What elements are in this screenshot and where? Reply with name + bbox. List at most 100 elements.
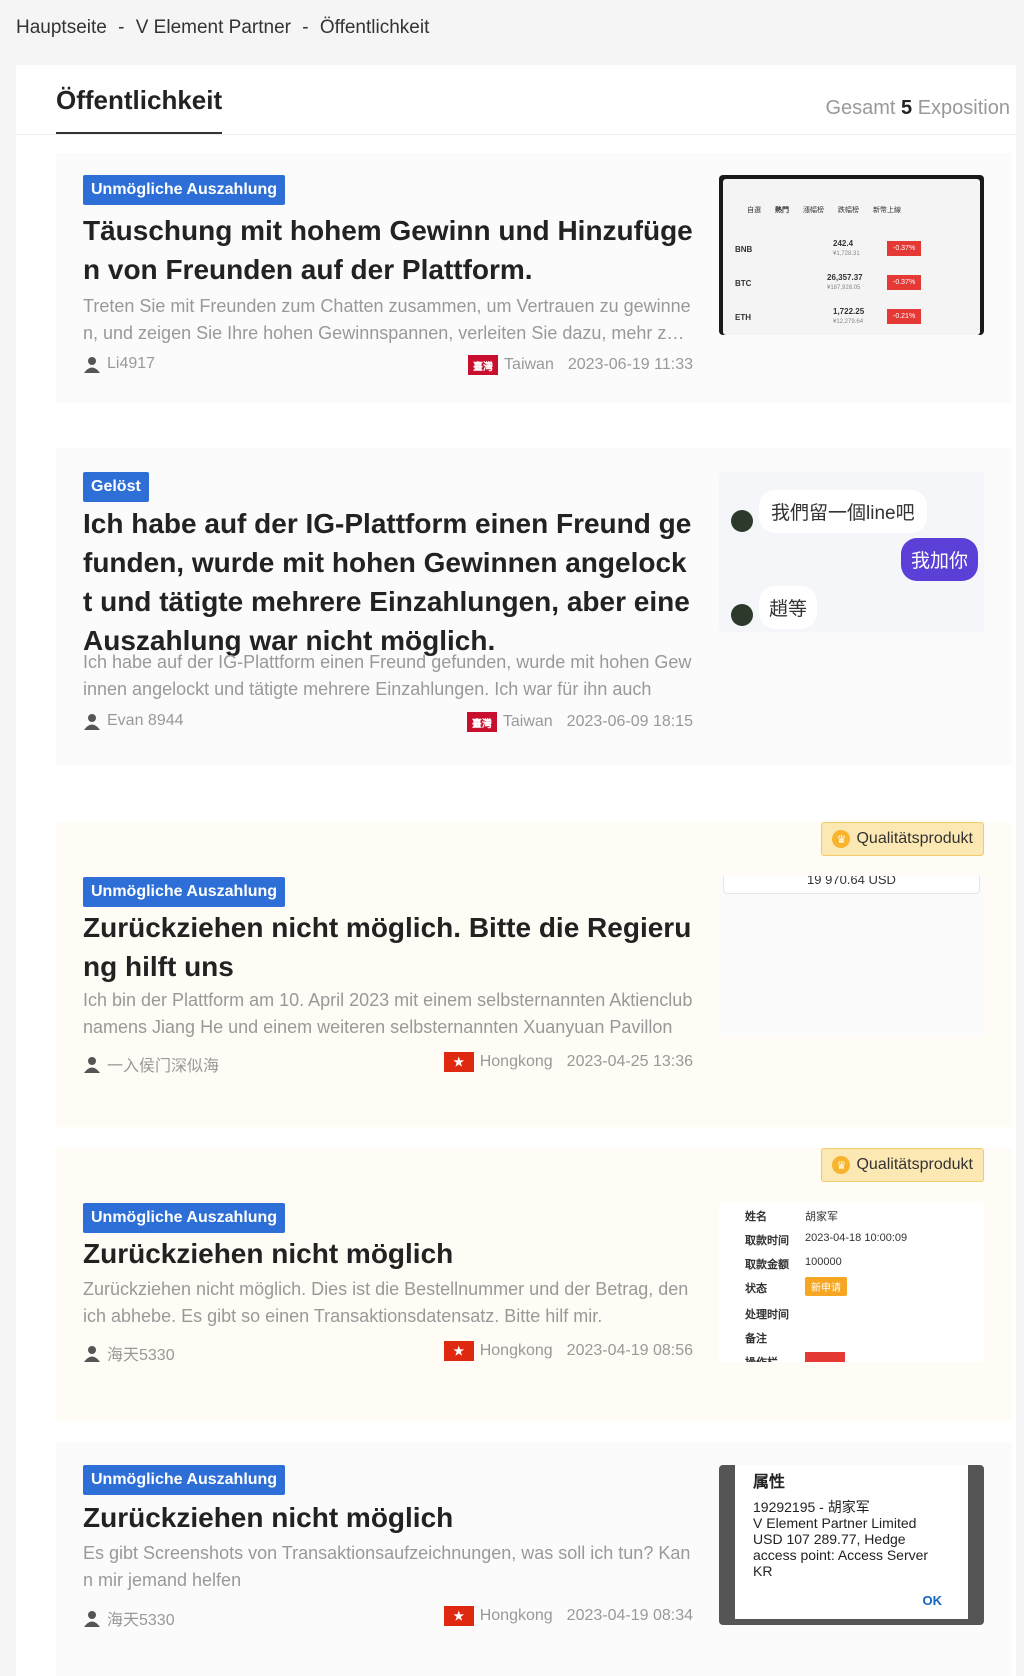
coin-symbol: BNB: [735, 245, 753, 254]
chat-message-received: 我們留一個line吧: [759, 490, 927, 533]
change-chip: -0.37%: [887, 275, 922, 290]
author-name: 海天5330: [107, 1612, 175, 1629]
exposure-card[interactable]: ♛ Qualitätsprodukt Unmögliche Auszahlung…: [56, 822, 1012, 1127]
panel-header: Öffentlichkeit Gesamt 5 Exposition: [16, 65, 1016, 135]
crown-icon: ♛: [832, 830, 851, 848]
market-tab: 漲幅榜: [803, 207, 824, 214]
coin-price: 242.4: [833, 239, 854, 248]
properties-dialog: 属性 19292195 - 胡家军 V Element Partner Limi…: [735, 1465, 968, 1619]
user-icon: [84, 714, 100, 730]
card-title[interactable]: Ich habe auf der IG-Plattform einen Freu…: [83, 504, 693, 660]
breadcrumb-current: Öffentlichkeit: [319, 17, 430, 38]
exposure-panel: Öffentlichkeit Gesamt 5 Exposition Unmög…: [16, 65, 1016, 1676]
card-thumbnail[interactable]: 19 970.64 USD: [719, 876, 984, 1036]
region-name: Hongkong: [479, 1607, 553, 1624]
author-name: 海天5330: [107, 1347, 175, 1364]
author: Li4917: [83, 355, 155, 373]
hongkong-flag-icon: ★: [443, 1606, 474, 1626]
author-name: Evan 8944: [107, 712, 184, 729]
location: ★ Hongkong 2023-04-19 08:34: [443, 1606, 693, 1626]
category-tag: Unmögliche Auszahlung: [83, 1465, 286, 1495]
taiwan-flag-icon: 臺灣: [466, 712, 497, 732]
coin-price-cny: ¥187,928.05: [827, 285, 861, 291]
dialog-line: 19292195 - 胡家军: [753, 1499, 870, 1515]
dialog-line: V Element Partner Limited: [753, 1515, 917, 1531]
exposure-card[interactable]: ♛ Qualitätsprodukt Unmögliche Auszahlung…: [56, 1148, 1012, 1421]
market-tab: 熱門: [775, 207, 789, 214]
change-chip: -0.37%: [887, 241, 922, 256]
total-count: 5: [901, 97, 913, 119]
hongkong-flag-icon: ★: [443, 1052, 474, 1072]
card-title[interactable]: Zurückziehen nicht möglich. Bitte die Re…: [83, 908, 693, 986]
record-value: 胡家军: [805, 1211, 838, 1223]
change-chip: -0.21%: [887, 309, 922, 324]
exposure-card[interactable]: Unmögliche Auszahlung Zurückziehen nicht…: [56, 1442, 1012, 1676]
coin-symbol: ETH: [735, 313, 751, 322]
card-description: Ich habe auf der IG-Plattform einen Freu…: [83, 652, 692, 699]
region-name: Taiwan: [504, 356, 554, 373]
card-thumbnail[interactable]: 我們留一個line吧 我加你 趙等: [719, 472, 984, 632]
card-title[interactable]: Zurückziehen nicht möglich: [83, 1498, 693, 1537]
coin-price-cny: ¥1,728.31: [833, 251, 860, 257]
quality-badge: ♛ Qualitätsprodukt: [821, 1148, 984, 1182]
card-thumbnail[interactable]: 属性 19292195 - 胡家军 V Element Partner Limi…: [719, 1465, 984, 1625]
post-date: 2023-06-09 18:15: [566, 713, 693, 730]
record-key: 状态: [745, 1283, 767, 1295]
card-description: Es gibt Screenshots von Transaktionsaufz…: [83, 1543, 691, 1590]
card-thumbnail[interactable]: 姓名 胡家军 取款时间 2023-04-18 10:00:09 取款金额 100…: [719, 1202, 984, 1362]
record-key: 操作栏: [745, 1354, 778, 1362]
author-name: Li4917: [107, 355, 156, 372]
coin-price-cny: ¥12,279.64: [833, 319, 864, 325]
tab-public-exposure[interactable]: Öffentlichkeit: [56, 85, 223, 134]
card-description: Ich bin der Plattform am 10. April 2023 …: [83, 990, 693, 1037]
author: 海天5330: [83, 1606, 175, 1630]
hongkong-flag-icon: ★: [443, 1341, 474, 1361]
quality-label: Qualitätsprodukt: [856, 830, 973, 847]
card-thumbnail[interactable]: 自選 熱門 漲幅榜 跌幅榜 新幣上線 BNB 242.4 ¥1,728.31 -…: [719, 175, 984, 335]
chat-avatar-icon: [731, 510, 753, 532]
breadcrumb-partner[interactable]: V Element Partner: [136, 17, 291, 38]
dialog-ok-button: OK: [922, 1593, 943, 1608]
category-tag: Unmögliche Auszahlung: [83, 1203, 286, 1233]
card-meta: Li4917 臺灣 Taiwan 2023-06-19 11:33: [83, 355, 693, 379]
user-icon: [84, 1346, 100, 1362]
exposure-card[interactable]: Unmögliche Auszahlung Täuschung mit hohe…: [56, 153, 1012, 403]
coin-symbol: BTC: [735, 279, 752, 288]
author: 一入侯门深似海: [83, 1052, 219, 1076]
region-name: Taiwan: [502, 713, 553, 730]
dialog-line: USD 107 289.77, Hedge: [753, 1531, 906, 1547]
category-tag: Unmögliche Auszahlung: [83, 877, 286, 907]
dialog-line: KR: [753, 1563, 773, 1579]
location: 臺灣 Taiwan 2023-06-09 18:15: [466, 712, 693, 732]
chat-message-sent: 我加你: [900, 538, 978, 581]
card-description: Zurückziehen nicht möglich. Dies ist die…: [83, 1279, 689, 1326]
card-description: Treten Sie mit Freunden zum Chatten zusa…: [83, 296, 691, 343]
amount-strip: 19 970.64 USD: [723, 876, 980, 894]
location: ★ Hongkong 2023-04-19 08:56: [443, 1341, 693, 1361]
card-meta: Evan 8944 臺灣 Taiwan 2023-06-09 18:15: [83, 712, 693, 736]
record-value: 100000: [805, 1256, 842, 1268]
location: ★ Hongkong 2023-04-25 13:36: [443, 1052, 693, 1072]
card-meta: 海天5330 ★ Hongkong 2023-04-19 08:34: [83, 1606, 693, 1630]
status-badge: 新申请: [805, 1277, 847, 1296]
record-value: 2023-04-18 10:00:09: [805, 1232, 908, 1244]
region-name: Hongkong: [479, 1053, 553, 1070]
record-key: 取款时间: [745, 1235, 789, 1247]
quality-label: Qualitätsprodukt: [856, 1156, 973, 1173]
card-title[interactable]: Zurückziehen nicht möglich: [83, 1234, 693, 1273]
chat-avatar-icon: [731, 604, 753, 626]
chat-message-received: 趙等: [759, 586, 818, 629]
user-icon: [84, 357, 100, 373]
breadcrumb: Hauptseite - V Element Partner - Öffentl…: [16, 17, 429, 39]
crown-icon: ♛: [832, 1156, 851, 1174]
location: 臺灣 Taiwan 2023-06-19 11:33: [468, 355, 693, 375]
category-tag: Gelöst: [83, 472, 149, 502]
action-button: [805, 1352, 845, 1362]
card-meta: 一入侯门深似海 ★ Hongkong 2023-04-25 13:36: [83, 1052, 693, 1076]
post-date: 2023-04-25 13:36: [566, 1053, 693, 1070]
exposure-card[interactable]: Gelöst Ich habe auf der IG-Plattform ein…: [56, 448, 1012, 765]
post-date: 2023-04-19 08:34: [566, 1607, 693, 1624]
record-key: 取款金额: [745, 1259, 789, 1271]
breadcrumb-home[interactable]: Hauptseite: [16, 17, 107, 38]
card-title[interactable]: Täuschung mit hohem Gewinn und Hinzufüge…: [83, 211, 693, 289]
